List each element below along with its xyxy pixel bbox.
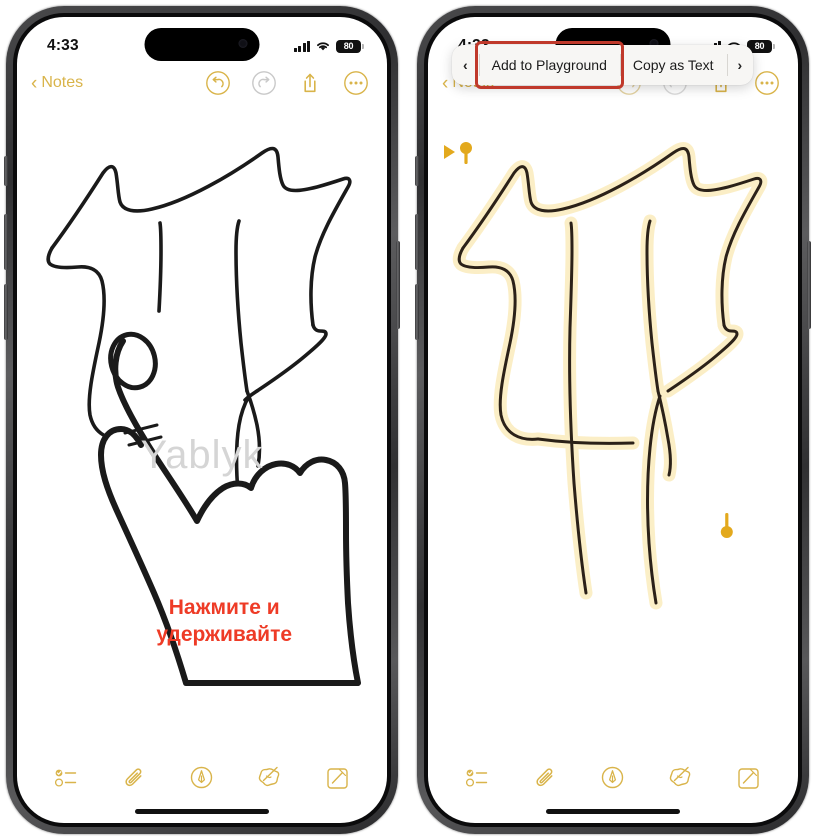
instruction-line-1: Нажмите и <box>168 596 280 619</box>
cellular-bars-icon <box>293 40 310 52</box>
markup-pen-circle-icon[interactable] <box>188 764 215 791</box>
selection-handle-start[interactable] <box>442 139 476 169</box>
battery-level: 80 <box>754 41 765 51</box>
instruction-line-2: удерживайте <box>156 622 293 646</box>
context-menu-item-copy-as-text[interactable]: Copy as Text <box>619 45 727 85</box>
screenshot-stage: 4:33 80 ‹ Notes Yablyk Нажмите и удержив… <box>0 0 815 840</box>
undo-icon[interactable] <box>205 70 231 96</box>
watermark: Yablyk <box>140 433 264 477</box>
share-icon[interactable] <box>297 70 323 96</box>
volume-up-button[interactable] <box>415 214 419 270</box>
ellipsis-circle-icon[interactable] <box>754 70 780 96</box>
handwritten-sketch-selected <box>452 142 768 610</box>
note-canvas[interactable] <box>428 103 798 759</box>
status-indicators: 80 <box>293 39 364 53</box>
markup-pen-circle-icon[interactable] <box>599 764 626 791</box>
context-menu-prev-button[interactable]: ‹ <box>452 45 479 85</box>
selection-handle-end[interactable] <box>718 511 736 543</box>
home-indicator <box>546 809 680 814</box>
checklist-icon[interactable] <box>464 764 491 791</box>
left-phone-bezel: 4:33 80 ‹ Notes Yablyk Нажмите и удержив… <box>13 13 391 827</box>
back-button[interactable]: ‹ Notes <box>31 74 83 93</box>
context-menu-item-add-to-playground[interactable]: Add to Playground <box>474 41 624 89</box>
compose-square-icon[interactable] <box>735 764 762 791</box>
checklist-icon[interactable] <box>53 764 80 791</box>
scribble-sparkle-icon[interactable] <box>667 764 694 791</box>
volume-down-button[interactable] <box>415 284 419 340</box>
battery-icon: 80 <box>336 39 364 53</box>
left-phone: 4:33 80 ‹ Notes Yablyk Нажмите и удержив… <box>4 6 400 834</box>
nav-actions <box>205 70 369 96</box>
scribble-sparkle-icon[interactable] <box>256 764 283 791</box>
paperclip-icon[interactable] <box>121 764 148 791</box>
paperclip-icon[interactable] <box>532 764 559 791</box>
right-phone: 4:33 80 <box>415 6 811 834</box>
bottom-toolbar <box>17 757 387 797</box>
status-time: 4:33 <box>47 37 79 54</box>
right-phone-screen: 4:33 80 <box>428 17 798 823</box>
context-menu: ‹ Add to Playground Copy as Text › <box>452 41 754 89</box>
volume-down-button[interactable] <box>4 284 8 340</box>
nav-bar: ‹ Notes <box>17 63 387 103</box>
instruction-text: Нажмите и удерживайте <box>156 595 292 649</box>
context-menu-next-button[interactable]: › <box>726 45 754 85</box>
chevron-left-icon: ‹ <box>31 72 38 94</box>
right-phone-bezel: 4:33 80 <box>424 13 802 827</box>
power-button[interactable] <box>396 241 400 329</box>
battery-level: 80 <box>343 41 354 51</box>
back-button-label: Notes <box>41 74 84 91</box>
action-button[interactable] <box>4 156 8 186</box>
power-button[interactable] <box>807 241 811 329</box>
ellipsis-circle-icon[interactable] <box>343 70 369 96</box>
wifi-icon <box>317 42 329 51</box>
volume-up-button[interactable] <box>4 214 8 270</box>
left-phone-screen: 4:33 80 ‹ Notes Yablyk Нажмите и удержив… <box>17 17 387 823</box>
dynamic-island <box>144 28 260 61</box>
chevron-left-icon: ‹ <box>442 72 449 94</box>
bottom-toolbar <box>428 757 798 797</box>
handwritten-sketch <box>46 146 361 686</box>
home-indicator <box>135 809 269 814</box>
compose-square-icon[interactable] <box>324 764 351 791</box>
redo-icon <box>252 71 276 95</box>
action-button[interactable] <box>415 156 419 186</box>
note-canvas[interactable]: Yablyk Нажмите и удерживайте <box>17 103 387 759</box>
